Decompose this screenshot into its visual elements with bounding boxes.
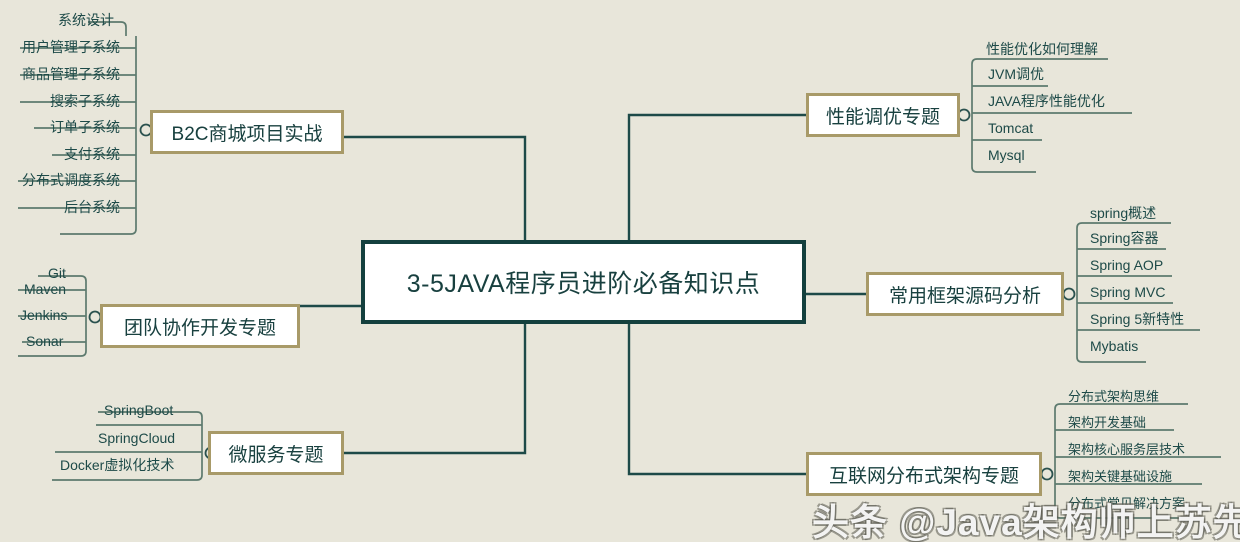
leaf-perf-1[interactable]: JVM调优 [988, 66, 1044, 84]
leaf-b2c-2[interactable]: 商品管理子系统 [22, 66, 120, 84]
leaf-perf-4[interactable]: Mysql [988, 147, 1025, 165]
center-node[interactable]: 3-5JAVA程序员进阶必备知识点 [361, 240, 806, 324]
branch-label-team: 团队协作开发专题 [123, 317, 276, 339]
center-node-label: 3-5JAVA程序员进阶必备知识点 [406, 270, 761, 298]
leaf-framework-3[interactable]: Spring MVC [1090, 284, 1165, 302]
leaf-distributed-0[interactable]: 分布式架构思维 [1068, 388, 1159, 406]
leaf-perf-3[interactable]: Tomcat [988, 120, 1033, 138]
leaf-micro-2[interactable]: Docker虚拟化技术 [60, 457, 174, 475]
leaf-perf-0[interactable]: 性能优化如何理解 [986, 41, 1098, 59]
branch-node-distributed[interactable]: 互联网分布式架构专题 [806, 452, 1042, 496]
leaf-team-3[interactable]: Sonar [26, 333, 63, 351]
branch-label-micro: 微服务专题 [228, 444, 324, 466]
branch-node-b2c[interactable]: B2C商城项目实战 [150, 110, 344, 154]
leaf-framework-0[interactable]: spring概述 [1090, 205, 1156, 223]
leaf-distributed-2[interactable]: 架构核心服务层技术 [1068, 441, 1185, 459]
leaf-micro-0[interactable]: SpringBoot [104, 402, 173, 420]
branch-node-micro[interactable]: 微服务专题 [208, 431, 344, 475]
leaf-b2c-1[interactable]: 用户管理子系统 [22, 39, 120, 57]
leaf-distributed-3[interactable]: 架构关键基础设施 [1068, 468, 1172, 486]
branch-label-distributed: 互联网分布式架构专题 [828, 465, 1019, 487]
toggle-team [88, 310, 102, 324]
toggle-distributed [1040, 467, 1054, 481]
leaf-distributed-1[interactable]: 架构开发基础 [1068, 414, 1146, 432]
leaf-b2c-6[interactable]: 分布式调度系统 [22, 172, 120, 190]
branch-label-framework: 常用框架源码分析 [888, 285, 1041, 307]
leaf-team-1[interactable]: Maven [24, 281, 66, 299]
branch-label-b2c: B2C商城项目实战 [171, 123, 323, 145]
leaf-team-2[interactable]: Jenkins [20, 307, 67, 325]
leaf-b2c-0[interactable]: 系统设计 [58, 12, 114, 30]
toggle-framework [1062, 287, 1076, 301]
leaf-framework-2[interactable]: Spring AOP [1090, 257, 1163, 275]
watermark: 头条 @Java架构师上苏先生 [812, 502, 1240, 542]
leaf-framework-1[interactable]: Spring容器 [1090, 230, 1158, 248]
branch-node-framework[interactable]: 常用框架源码分析 [866, 272, 1064, 316]
leaf-framework-4[interactable]: Spring 5新特性 [1090, 311, 1184, 329]
leaf-b2c-4[interactable]: 订单子系统 [50, 119, 120, 137]
leaf-b2c-7[interactable]: 后台系统 [64, 199, 120, 217]
branch-node-team[interactable]: 团队协作开发专题 [100, 304, 300, 348]
leaf-b2c-3[interactable]: 搜索子系统 [50, 93, 120, 111]
branch-label-perf: 性能调优专题 [825, 106, 940, 128]
toggle-perf [957, 108, 971, 122]
leaf-micro-1[interactable]: SpringCloud [98, 430, 175, 448]
leaf-framework-5[interactable]: Mybatis [1090, 338, 1138, 356]
leaf-perf-2[interactable]: JAVA程序性能优化 [988, 93, 1105, 111]
branch-node-perf[interactable]: 性能调优专题 [806, 93, 960, 137]
mindmap-canvas: 3-5JAVA程序员进阶必备知识点 B2C商城项目实战 团队协作开发专题 微服务… [0, 0, 1240, 542]
leaf-b2c-5[interactable]: 支付系统 [64, 146, 120, 164]
